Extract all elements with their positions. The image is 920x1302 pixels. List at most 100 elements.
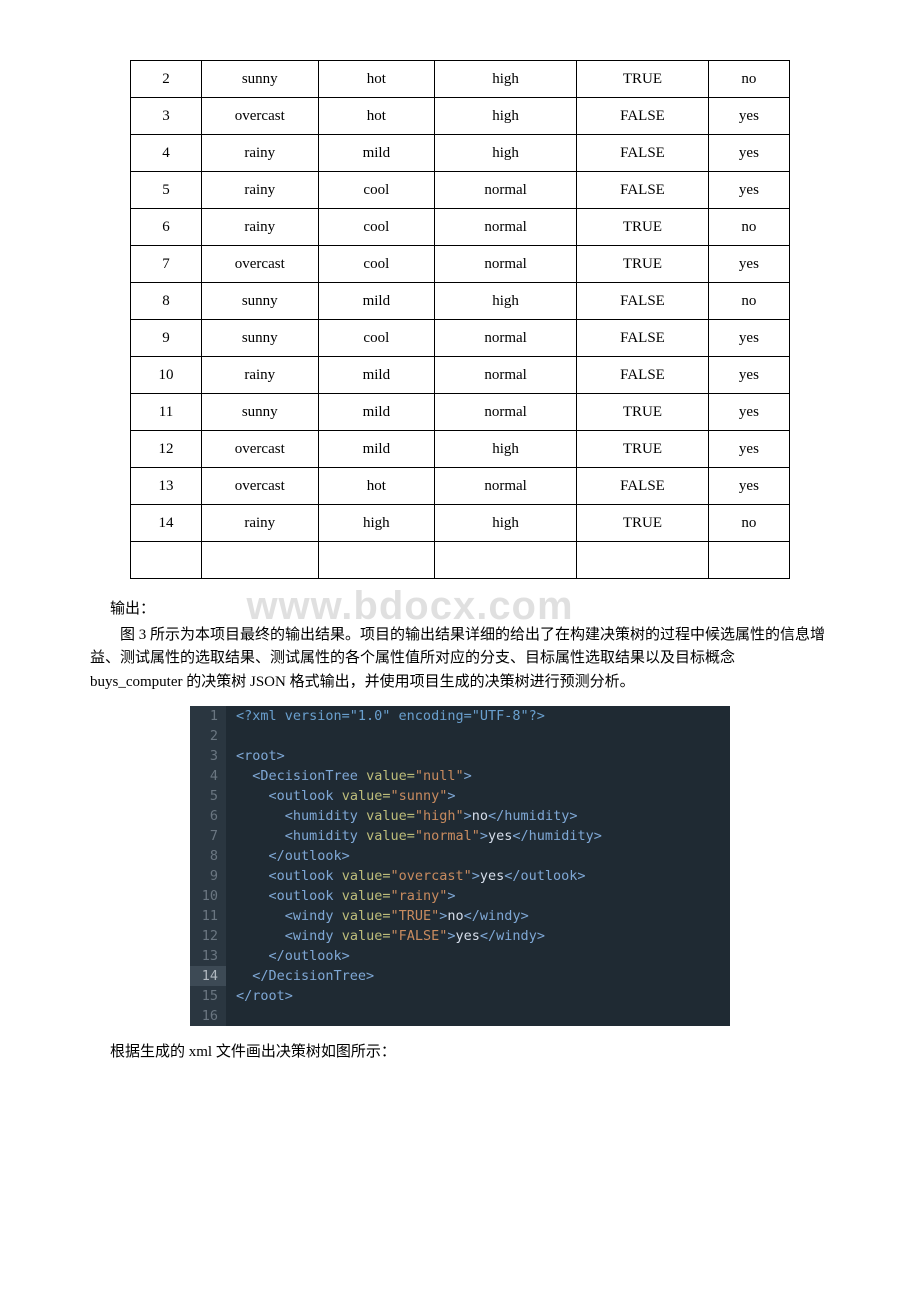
- table-cell: normal: [435, 209, 577, 246]
- table-cell: hot: [318, 468, 435, 505]
- table-cell: cool: [318, 320, 435, 357]
- table-cell: sunny: [201, 394, 318, 431]
- table-cell: [318, 542, 435, 579]
- table-row: 8sunnymildhighFALSEno: [131, 283, 790, 320]
- table-cell: normal: [435, 394, 577, 431]
- table-cell: high: [435, 283, 577, 320]
- table-cell: normal: [435, 357, 577, 394]
- table-row: 3overcasthothighFALSEyes: [131, 98, 790, 135]
- table-cell: overcast: [201, 431, 318, 468]
- table-cell: normal: [435, 468, 577, 505]
- xml-code-block: 1<?xml version="1.0" encoding="UTF-8"?>2…: [190, 706, 730, 1026]
- table-cell: high: [435, 431, 577, 468]
- table-cell: high: [318, 505, 435, 542]
- table-cell: yes: [708, 246, 789, 283]
- table-cell: sunny: [201, 283, 318, 320]
- table-cell: 5: [131, 172, 202, 209]
- table-cell: mild: [318, 431, 435, 468]
- table-row: 10rainymildnormalFALSEyes: [131, 357, 790, 394]
- table-cell: normal: [435, 172, 577, 209]
- table-cell: 9: [131, 320, 202, 357]
- table-cell: TRUE: [577, 431, 709, 468]
- table-row: 9sunnycoolnormalFALSEyes: [131, 320, 790, 357]
- table-cell: yes: [708, 431, 789, 468]
- output-label: 输出：: [110, 597, 830, 618]
- table-cell: rainy: [201, 505, 318, 542]
- table-cell: rainy: [201, 135, 318, 172]
- table-cell: mild: [318, 357, 435, 394]
- table-cell: [201, 542, 318, 579]
- table-cell: FALSE: [577, 468, 709, 505]
- table-cell: TRUE: [577, 394, 709, 431]
- table-cell: no: [708, 209, 789, 246]
- table-cell: overcast: [201, 98, 318, 135]
- table-cell: no: [708, 505, 789, 542]
- description-paragraph: 图 3 所示为本项目最终的输出结果。项目的输出结果详细的给出了在构建决策树的过程…: [90, 624, 830, 694]
- table-cell: FALSE: [577, 135, 709, 172]
- table-cell: rainy: [201, 357, 318, 394]
- table-cell: [577, 542, 709, 579]
- table-cell: 12: [131, 431, 202, 468]
- table-cell: yes: [708, 468, 789, 505]
- table-cell: cool: [318, 246, 435, 283]
- table-cell: high: [435, 135, 577, 172]
- table-cell: mild: [318, 394, 435, 431]
- table-cell: 7: [131, 246, 202, 283]
- table-cell: sunny: [201, 61, 318, 98]
- footer-caption: 根据生成的 xml 文件画出决策树如图所示：: [110, 1040, 830, 1061]
- table-cell: [435, 542, 577, 579]
- table-cell: yes: [708, 357, 789, 394]
- table-cell: 13: [131, 468, 202, 505]
- table-cell: cool: [318, 172, 435, 209]
- table-cell: FALSE: [577, 98, 709, 135]
- table-row: 13overcasthotnormalFALSEyes: [131, 468, 790, 505]
- table-row: 14rainyhighhighTRUEno: [131, 505, 790, 542]
- table-row: 12overcastmildhighTRUEyes: [131, 431, 790, 468]
- table-cell: high: [435, 98, 577, 135]
- table-cell: overcast: [201, 468, 318, 505]
- table-cell: no: [708, 283, 789, 320]
- table-cell: overcast: [201, 246, 318, 283]
- table-cell: [131, 542, 202, 579]
- table-cell: FALSE: [577, 172, 709, 209]
- table-cell: 2: [131, 61, 202, 98]
- table-cell: yes: [708, 320, 789, 357]
- table-row: 5rainycoolnormalFALSEyes: [131, 172, 790, 209]
- table-cell: yes: [708, 98, 789, 135]
- table-cell: high: [435, 61, 577, 98]
- table-cell: rainy: [201, 172, 318, 209]
- table-cell: FALSE: [577, 357, 709, 394]
- table-cell: 14: [131, 505, 202, 542]
- table-cell: 6: [131, 209, 202, 246]
- table-cell: TRUE: [577, 505, 709, 542]
- table-row: 7overcastcoolnormalTRUEyes: [131, 246, 790, 283]
- table-cell: 10: [131, 357, 202, 394]
- table-cell: high: [435, 505, 577, 542]
- table-cell: sunny: [201, 320, 318, 357]
- table-cell: FALSE: [577, 320, 709, 357]
- table-cell: rainy: [201, 209, 318, 246]
- table-cell: [708, 542, 789, 579]
- table-row: 11sunnymildnormalTRUEyes: [131, 394, 790, 431]
- table-cell: yes: [708, 172, 789, 209]
- table-cell: no: [708, 61, 789, 98]
- table-cell: yes: [708, 394, 789, 431]
- table-cell: 11: [131, 394, 202, 431]
- table-cell: TRUE: [577, 246, 709, 283]
- table-cell: TRUE: [577, 61, 709, 98]
- table-cell: hot: [318, 98, 435, 135]
- table-cell: cool: [318, 209, 435, 246]
- table-cell: normal: [435, 320, 577, 357]
- table-cell: yes: [708, 135, 789, 172]
- table-row: [131, 542, 790, 579]
- table-cell: normal: [435, 246, 577, 283]
- table-row: 2sunnyhothighTRUEno: [131, 61, 790, 98]
- data-table: 2sunnyhothighTRUEno3overcasthothighFALSE…: [130, 60, 790, 579]
- table-cell: mild: [318, 135, 435, 172]
- table-cell: TRUE: [577, 209, 709, 246]
- table-cell: FALSE: [577, 283, 709, 320]
- table-cell: 8: [131, 283, 202, 320]
- table-row: 4rainymildhighFALSEyes: [131, 135, 790, 172]
- table-cell: mild: [318, 283, 435, 320]
- table-cell: hot: [318, 61, 435, 98]
